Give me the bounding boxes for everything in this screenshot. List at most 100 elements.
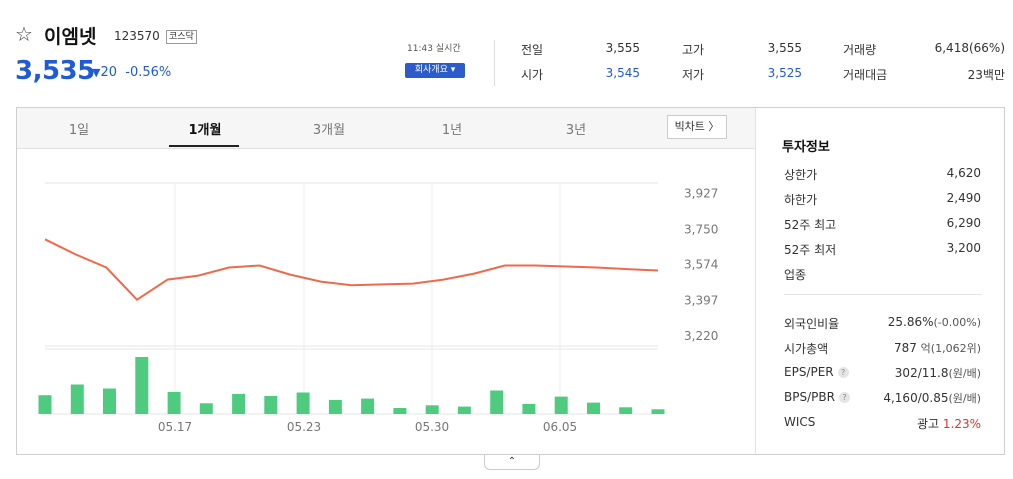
volume-bar	[651, 409, 665, 414]
stock-code: 123570	[114, 29, 160, 43]
foreign-ratio-label: 외국인비율	[784, 317, 840, 331]
volume-bar	[296, 392, 310, 414]
volume-bar	[522, 403, 536, 414]
volume-bar	[393, 408, 407, 414]
star-icon[interactable]: ☆	[15, 24, 33, 44]
realtime-label: 11:43 실시간	[407, 44, 461, 54]
volume-bar	[135, 357, 149, 414]
upper-limit-label: 상한가	[784, 168, 818, 182]
eps-per-unit: (원/배)	[948, 367, 981, 380]
bigchart-button[interactable]: 빅차트 〉	[667, 115, 727, 139]
stock-name: 이엠넷	[44, 26, 97, 48]
collapse-button[interactable]: ⌃	[484, 455, 540, 470]
market-cap-label: 시가총액	[784, 342, 829, 356]
y-tick-label: 3,927	[684, 187, 718, 201]
bps-pbr-value: 4,160/0.85(원/배)	[883, 390, 981, 406]
upper-limit-value: 4,620	[946, 166, 981, 180]
lower-limit-value: 2,490	[946, 191, 981, 205]
volume-bar	[361, 398, 375, 414]
x-tick-label: 05.23	[287, 420, 321, 434]
x-tick-label: 06.05	[543, 420, 577, 434]
tab-3years[interactable]: 3년	[546, 119, 606, 138]
help-icon[interactable]: ?	[838, 392, 850, 403]
bps-pbr-text: BPS/PBR	[784, 390, 835, 404]
market-badge: 코스닥	[166, 30, 197, 44]
market-cap-rank: 억(1,062위)	[920, 342, 981, 355]
stat-value-prev-close: 3,555	[605, 41, 640, 55]
volume-bar	[167, 391, 181, 414]
change-amount: 20	[100, 65, 118, 80]
help-icon[interactable]: ?	[837, 367, 849, 378]
stat-label-high: 고가	[682, 43, 705, 57]
chart-panel: 1일 1개월 3개월 1년 3년 빅차트 〉 3,927 3,750 3,574 3,…	[16, 107, 1005, 455]
52w-high-label: 52주 최고	[784, 218, 837, 232]
stat-value-trade-amount: 23백만	[967, 68, 1005, 82]
volume-bar	[554, 396, 568, 414]
investment-info-title: 투자정보	[782, 140, 830, 155]
price-chart: 3,927 3,750 3,574 3,397 3,220 05.17 05.23 05.3…	[38, 182, 718, 434]
eps-per-text: EPS/PER	[784, 365, 834, 379]
stat-value-high: 3,555	[767, 41, 802, 55]
stat-value-open: 3,545	[605, 66, 640, 80]
tab-3months[interactable]: 3개월	[299, 119, 359, 138]
y-tick-label: 3,220	[684, 329, 718, 343]
52w-low-label: 52주 최저	[784, 243, 837, 257]
y-tick-label: 3,574	[684, 258, 718, 272]
volume-bar	[70, 384, 84, 414]
stat-label-prev-close: 전일	[521, 43, 544, 57]
bps-pbr-unit: (원/배)	[948, 392, 981, 405]
investment-info: 투자정보 상한가 4,620 하한가 2,490 52주 최고 6,290 52…	[755, 108, 1005, 454]
x-tick-label: 05.17	[158, 420, 192, 434]
stat-label-open: 시가	[521, 68, 544, 82]
sector-label: 업종	[784, 268, 807, 282]
divider	[494, 40, 495, 86]
52w-low-value: 3,200	[946, 241, 981, 255]
y-tick-label: 3,750	[684, 222, 718, 236]
stat-label-trade-amount: 거래대금	[843, 68, 888, 82]
wics-sector[interactable]: 광고	[917, 417, 939, 431]
foreign-ratio-number: 25.86%	[887, 315, 934, 329]
volume-bar	[490, 390, 504, 414]
volume-bar	[38, 395, 52, 414]
active-tab-underline	[169, 145, 239, 147]
chevron-up-icon: ⌃	[507, 456, 517, 467]
price-line	[44, 238, 659, 301]
volume-bar	[619, 407, 633, 414]
eps-per-number: 302/11.8	[894, 366, 949, 380]
volume-bar	[103, 388, 116, 414]
bps-pbr-number: 4,160/0.85	[883, 391, 949, 405]
period-tabs: 1일 1개월 3개월 1년 3년 빅차트 〉	[17, 108, 755, 149]
tab-1day[interactable]: 1일	[49, 119, 109, 138]
wics-percent: 1.23%	[942, 417, 981, 431]
52w-high-value: 6,290	[946, 216, 981, 230]
volume-bar	[199, 403, 213, 414]
volume-bar	[328, 399, 342, 414]
bps-pbr-label: BPS/PBR?	[784, 390, 850, 404]
divider	[784, 294, 982, 295]
change-percent: -0.56%	[125, 65, 172, 80]
wics-label: WICS	[784, 415, 816, 429]
stat-label-volume: 거래량	[843, 43, 877, 57]
volume-bar	[587, 402, 600, 414]
volume-bar	[425, 405, 439, 414]
lower-limit-label: 하한가	[784, 193, 818, 207]
volume-bar	[232, 393, 246, 414]
x-tick-label: 05.30	[415, 420, 449, 434]
stock-header: ☆ 이엠넷 123570 코스닥 3,535 ▼20 -0.56% 11:43 …	[0, 0, 1013, 100]
stat-value-volume: 6,418(66%)	[934, 41, 1005, 55]
tab-1month[interactable]: 1개월	[175, 119, 235, 138]
stat-value-low: 3,525	[767, 66, 802, 80]
current-price: 3,535	[15, 56, 95, 86]
market-cap-value: 787 억(1,062위)	[894, 340, 981, 356]
company-overview-button[interactable]: 회사개요 ▾	[405, 63, 465, 78]
tab-1year[interactable]: 1년	[422, 119, 482, 138]
volume-bar	[264, 395, 278, 414]
stat-label-low: 저가	[682, 68, 705, 82]
wics-value: 광고 1.23%	[917, 415, 981, 432]
volume-bar	[457, 406, 471, 414]
eps-per-label: EPS/PER?	[784, 365, 849, 379]
market-cap-number: 787	[893, 341, 917, 355]
y-tick-label: 3,397	[684, 293, 718, 307]
eps-per-value: 302/11.8(원/배)	[895, 365, 981, 381]
foreign-ratio-value: 25.86%(-0.00%)	[888, 315, 981, 329]
